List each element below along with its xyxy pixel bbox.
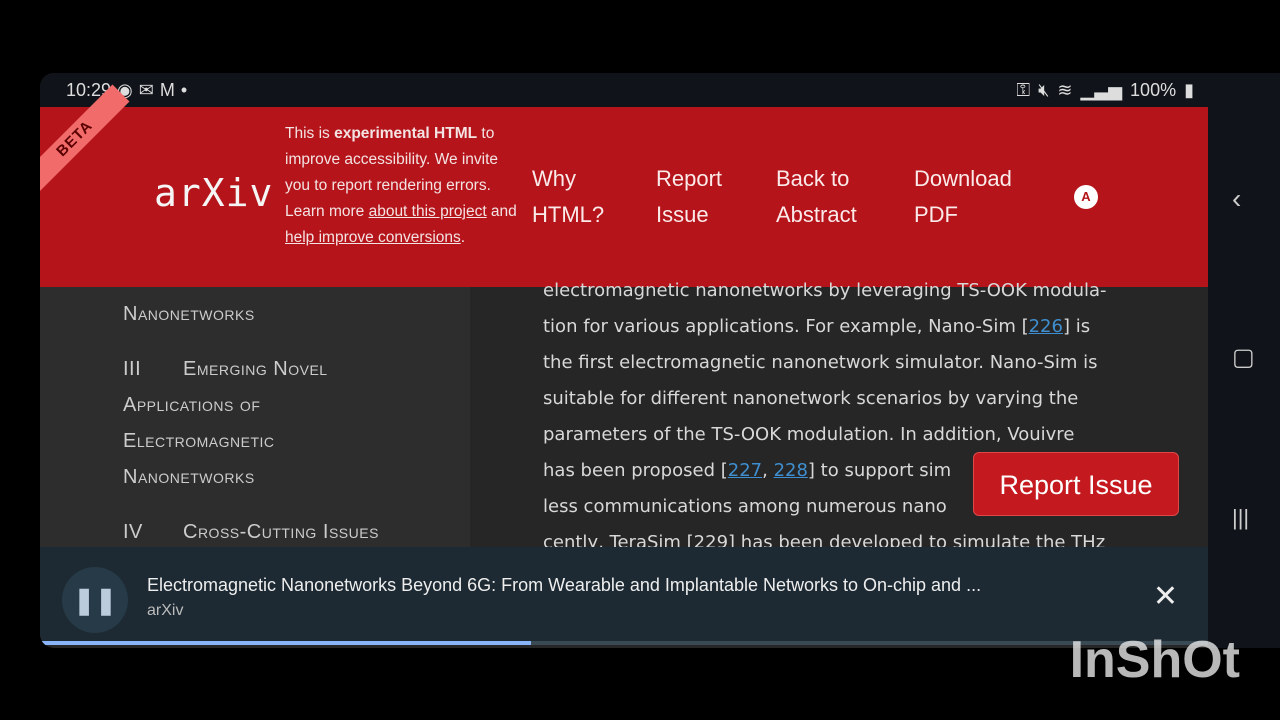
signal-icon: ▁▃▅ xyxy=(1080,80,1123,100)
battery-icon: ▮ xyxy=(1184,80,1194,100)
toc-sidebar: Nanonetworks III Emerging Novel Applicat… xyxy=(40,287,470,547)
progress-bar[interactable] xyxy=(40,641,1208,645)
report-issue-button[interactable]: Report Issue xyxy=(973,452,1179,516)
media-source: arXiv xyxy=(147,602,184,619)
download-pdf-link[interactable]: Download PDF xyxy=(914,161,1034,233)
mute-icon: 🔇︎ xyxy=(1038,80,1050,100)
media-player: ❚❚ Electromagnetic Nanonetworks Beyond 6… xyxy=(40,547,1208,645)
why-html-link[interactable]: Why HTML? xyxy=(532,161,622,233)
toc-item[interactable]: Cross-Cutting Issues xyxy=(183,521,379,544)
dot-icon: • xyxy=(180,80,188,100)
toc-item[interactable]: Applications of xyxy=(123,394,260,417)
report-issue-link[interactable]: Report Issue xyxy=(656,161,736,233)
progress-fill xyxy=(40,641,531,645)
phone-screen: 10:29 ◉ ✉ M • ⚿ 🔇︎ ≋ ▁▃▅ 100% ▮ BETA arXiv This i… xyxy=(40,73,1208,648)
battery-level: 100% xyxy=(1130,80,1177,100)
media-title: Electromagnetic Nanonetworks Beyond 6G: … xyxy=(147,575,982,595)
citation-link[interactable]: 227 xyxy=(728,460,762,481)
close-icon[interactable]: ✕ xyxy=(1153,579,1178,614)
citation-link[interactable]: 226 xyxy=(1029,316,1063,337)
experimental-notice: This is experimental HTML to improve acc… xyxy=(285,125,517,246)
back-to-abstract-link[interactable]: Back to Abstract xyxy=(776,161,876,233)
recents-icon[interactable]: ||| xyxy=(1232,505,1249,531)
help-improve-link[interactable]: help improve conversions xyxy=(285,229,461,246)
pause-button[interactable]: ❚❚ xyxy=(62,567,128,633)
toc-number[interactable]: III xyxy=(123,358,141,381)
toc-item[interactable]: Emerging Novel xyxy=(183,358,328,381)
arxiv-banner: BETA arXiv This is experimental HTML to … xyxy=(40,84,1208,287)
gmail-icon: M xyxy=(159,80,175,100)
wifi-icon: ≋ xyxy=(1057,80,1073,100)
android-nav-bar: ‹ ▢ ||| xyxy=(1208,73,1280,648)
toc-number[interactable]: IV xyxy=(123,521,143,544)
back-icon[interactable]: ‹ xyxy=(1232,183,1241,215)
about-project-link[interactable]: about this project xyxy=(369,203,487,220)
arxiv-logo[interactable]: arXiv xyxy=(154,171,273,215)
status-bar: 10:29 ◉ ✉ M • ⚿ 🔇︎ ≋ ▁▃▅ 100% ▮ xyxy=(40,73,1208,107)
toc-item[interactable]: Electromagnetic xyxy=(123,430,275,453)
citation-link[interactable]: 228 xyxy=(774,460,808,481)
article-text: electromagnetic nanonetworks by leveragi… xyxy=(543,280,1107,553)
toc-item[interactable]: Nanonetworks xyxy=(123,303,255,326)
accessibility-icon[interactable]: A xyxy=(1074,185,1098,209)
message-icon: ✉ xyxy=(138,80,154,100)
key-icon: ⚿ xyxy=(1016,80,1031,100)
home-icon[interactable]: ▢ xyxy=(1232,343,1255,372)
inshot-watermark: InShOt xyxy=(1069,631,1240,689)
toc-item[interactable]: Nanonetworks xyxy=(123,466,255,489)
